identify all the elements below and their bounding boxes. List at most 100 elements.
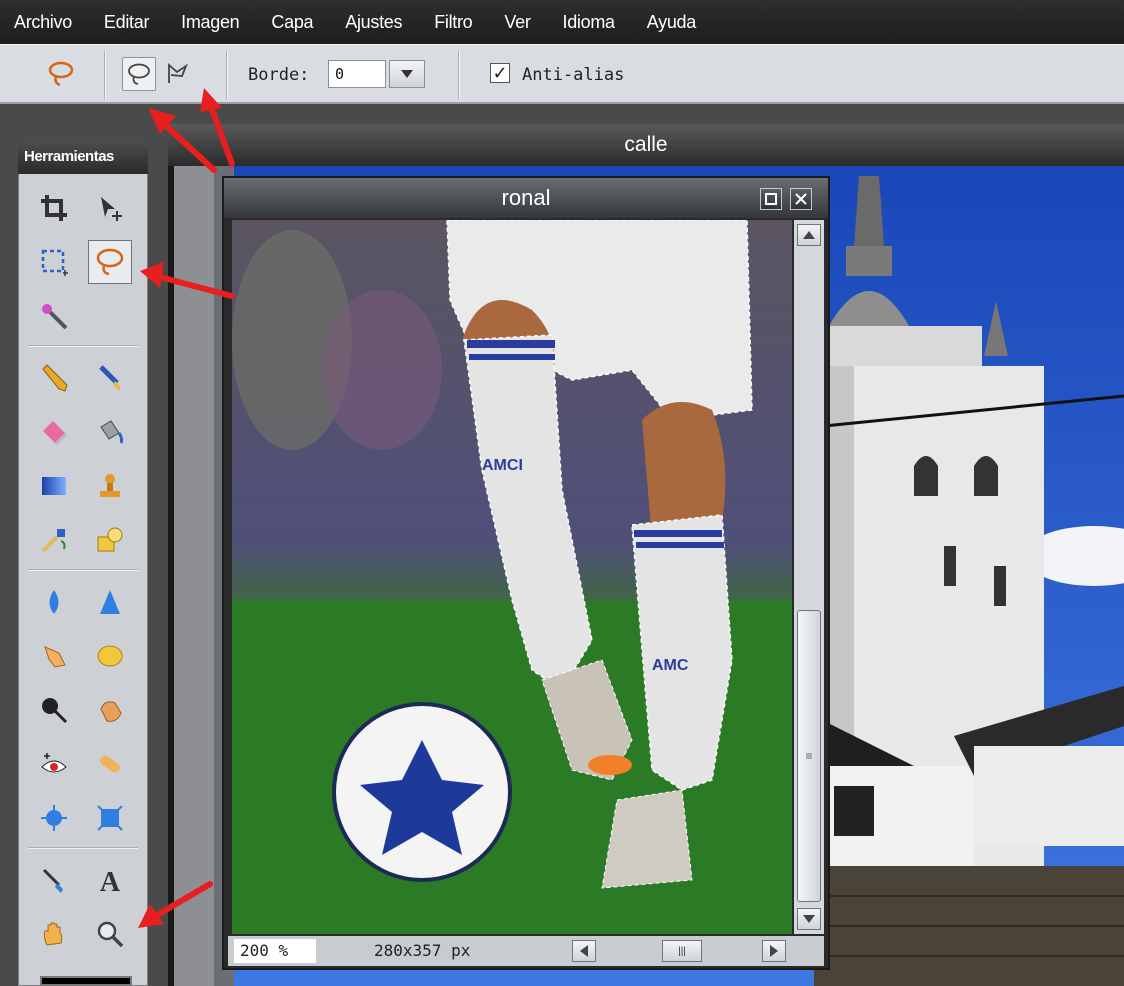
move-tool-button[interactable] [88, 186, 132, 230]
marquee-icon [41, 249, 68, 276]
sponge-tool-button[interactable] [88, 634, 132, 678]
eyedropper-icon [42, 868, 63, 893]
polygon-lasso-mode-button[interactable] [160, 57, 194, 91]
shape-icon [97, 527, 123, 552]
maximize-button[interactable] [760, 188, 782, 210]
chevron-left-icon [580, 945, 588, 957]
bloat-icon [41, 805, 67, 831]
lasso-icon [96, 248, 124, 276]
eraser-icon [43, 421, 67, 445]
brush-tool-button[interactable] [88, 356, 132, 400]
svg-text:AMC: AMC [652, 657, 689, 674]
color-picker-tool-button[interactable] [32, 858, 76, 902]
red-eye-icon [41, 753, 67, 773]
type-tool-button[interactable]: A [88, 858, 132, 902]
bandage-icon [100, 755, 120, 773]
color-replace-icon [41, 529, 66, 553]
pinch-icon [97, 805, 123, 831]
crop-icon [41, 195, 67, 221]
scroll-down-button[interactable] [797, 908, 821, 930]
menu-ayuda[interactable]: Ayuda [647, 12, 697, 33]
sharpen-tool-button[interactable] [88, 580, 132, 624]
shape-tool-button[interactable] [88, 518, 132, 562]
svg-text:AMCI: AMCI [482, 457, 523, 474]
menu-filtro[interactable]: Filtro [434, 12, 473, 33]
chevron-down-icon [401, 70, 413, 78]
ronal-canvas[interactable]: AMCI AMC [232, 220, 792, 934]
horizontal-scroll-thumb[interactable]: ||| [662, 940, 702, 962]
sharpen-cone-icon [100, 590, 120, 614]
lasso-tool-button[interactable] [88, 240, 132, 284]
water-drop-icon [49, 590, 59, 614]
hand-tool-button[interactable] [32, 912, 76, 956]
chevron-up-icon [803, 231, 815, 239]
stamp-icon [100, 474, 120, 497]
dodge-icon [42, 698, 68, 724]
paint-bucket-icon [100, 420, 124, 444]
text-tool-icon: A [100, 867, 121, 895]
paint-bucket-tool-button[interactable] [88, 410, 132, 454]
smudge-tool-button[interactable] [32, 634, 76, 678]
vertical-scrollbar[interactable]: ≡ [794, 220, 824, 934]
image-dimensions: 280x357 px [374, 941, 471, 960]
menu-ver[interactable]: Ver [504, 12, 530, 33]
eraser-tool-button[interactable] [32, 410, 76, 454]
svg-text:A: A [100, 867, 121, 895]
burn-tool-button[interactable] [88, 688, 132, 732]
pencil-icon [42, 364, 68, 392]
hand-icon [43, 922, 63, 946]
menu-archivo[interactable]: Archivo [14, 12, 72, 33]
menu-bar: Archivo Editar Imagen Capa Ajustes Filtr… [0, 0, 1124, 44]
chevron-right-icon [770, 945, 778, 957]
zoom-tool-button[interactable] [88, 912, 132, 956]
calle-window-title[interactable]: calle [168, 124, 1124, 166]
bloat-tool-button[interactable] [32, 796, 76, 840]
smudge-finger-icon [44, 646, 66, 668]
pinch-tool-button[interactable] [88, 796, 132, 840]
scroll-right-button[interactable] [762, 940, 786, 962]
spot-heal-tool-button[interactable] [88, 742, 132, 786]
menu-idioma[interactable]: Idioma [563, 12, 616, 33]
close-button[interactable] [790, 188, 812, 210]
chevron-down-icon [803, 915, 815, 923]
menu-imagen[interactable]: Imagen [181, 12, 240, 33]
dodge-tool-button[interactable] [32, 688, 76, 732]
marquee-tool-button[interactable] [32, 240, 76, 284]
antialias-label: Anti-alias [522, 65, 625, 85]
ronal-status-bar: 200 % 280x357 px ||| [228, 936, 824, 966]
antialias-checkbox[interactable]: ✓ [490, 63, 510, 83]
freehand-lasso-mode-button[interactable] [122, 57, 156, 91]
color-replace-tool-button[interactable] [32, 518, 76, 562]
menu-ajustes[interactable]: Ajustes [345, 12, 402, 33]
foreground-color-swatch[interactable] [40, 976, 132, 986]
ronal-window-title[interactable]: ronal [224, 178, 828, 218]
magnifier-icon [97, 921, 124, 948]
zoom-level[interactable]: 200 % [234, 939, 316, 963]
sponge-icon [97, 645, 123, 667]
move-arrow-icon [101, 197, 122, 221]
ronal-image-window[interactable]: ronal AMCI AMC ≡ 200 % 280x357 px ||| [222, 176, 830, 970]
burn-hand-icon [100, 701, 122, 722]
menu-editar[interactable]: Editar [104, 12, 150, 33]
pencil-tool-button[interactable] [32, 356, 76, 400]
gradient-icon [42, 477, 66, 495]
clone-stamp-tool-button[interactable] [88, 464, 132, 508]
border-dropdown-button[interactable] [389, 60, 425, 88]
magic-wand-icon [42, 304, 68, 330]
current-tool-lasso-icon [44, 57, 78, 91]
magic-wand-tool-button[interactable] [32, 294, 76, 338]
maximize-icon [765, 193, 777, 205]
red-eye-tool-button[interactable] [32, 742, 76, 786]
menu-capa[interactable]: Capa [271, 12, 313, 33]
tool-options-bar: Borde: 0 ✓ Anti-alias [0, 44, 1124, 104]
close-icon [795, 193, 807, 205]
brush-icon [99, 365, 121, 391]
tools-panel-title[interactable]: Herramientas [18, 140, 148, 174]
scroll-thumb[interactable]: ≡ [797, 610, 821, 902]
blur-tool-button[interactable] [32, 580, 76, 624]
scroll-up-button[interactable] [797, 224, 821, 246]
scroll-left-button[interactable] [572, 940, 596, 962]
crop-tool-button[interactable] [32, 186, 76, 230]
border-input[interactable]: 0 [328, 60, 386, 88]
gradient-tool-button[interactable] [32, 464, 76, 508]
